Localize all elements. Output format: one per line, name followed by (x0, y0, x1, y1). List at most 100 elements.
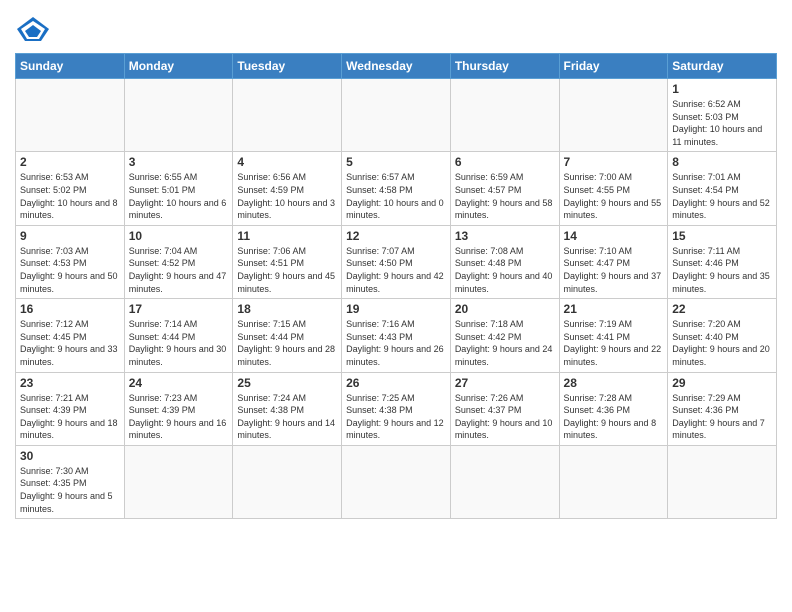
day-cell: 6Sunrise: 6:59 AM Sunset: 4:57 PM Daylig… (450, 152, 559, 225)
day-number: 16 (20, 302, 120, 316)
day-number: 15 (672, 229, 772, 243)
day-number: 12 (346, 229, 446, 243)
week-row-5: 23 Sunrise: 7:21 AM Sunset: 4:39 PM Dayli… (16, 372, 777, 445)
day-cell: 29 Sunrise: 7:29 AM Sunset: 4:36 PM Dayli… (668, 372, 777, 445)
day-cell: 17Sunrise: 7:14 AM Sunset: 4:44 PM Dayli… (124, 299, 233, 372)
day-cell: 9 Sunrise: 7:03 AM Sunset: 4:53 PM Daylig… (16, 225, 125, 298)
day-cell: 21Sunrise: 7:19 AM Sunset: 4:41 PM Dayli… (559, 299, 668, 372)
day-info: Sunrise: 7:21 AM Sunset: 4:39 PM Dayligh… (20, 392, 120, 442)
day-cell (559, 79, 668, 152)
day-info: Sunrise: 7:03 AM Sunset: 4:53 PM Dayligh… (20, 245, 120, 295)
day-number: 29 (672, 376, 772, 390)
day-info: Sunrise: 6:56 AM Sunset: 4:59 PM Dayligh… (237, 171, 337, 221)
day-cell: 10Sunrise: 7:04 AM Sunset: 4:52 PM Dayli… (124, 225, 233, 298)
day-info: Sunrise: 7:30 AM Sunset: 4:35 PM Dayligh… (20, 465, 120, 515)
day-number: 3 (129, 155, 229, 169)
day-cell: 14Sunrise: 7:10 AM Sunset: 4:47 PM Dayli… (559, 225, 668, 298)
day-cell (233, 79, 342, 152)
day-number: 19 (346, 302, 446, 316)
weekday-header-sunday: Sunday (16, 54, 125, 79)
day-cell: 7 Sunrise: 7:00 AM Sunset: 4:55 PM Daylig… (559, 152, 668, 225)
day-cell (342, 445, 451, 518)
day-cell (124, 445, 233, 518)
logo-icon (15, 15, 51, 43)
day-cell (342, 79, 451, 152)
day-info: Sunrise: 6:57 AM Sunset: 4:58 PM Dayligh… (346, 171, 446, 221)
day-info: Sunrise: 7:26 AM Sunset: 4:37 PM Dayligh… (455, 392, 555, 442)
weekday-header-wednesday: Wednesday (342, 54, 451, 79)
day-info: Sunrise: 7:12 AM Sunset: 4:45 PM Dayligh… (20, 318, 120, 368)
weekday-header-thursday: Thursday (450, 54, 559, 79)
day-number: 22 (672, 302, 772, 316)
day-info: Sunrise: 7:10 AM Sunset: 4:47 PM Dayligh… (564, 245, 664, 295)
day-number: 1 (672, 82, 772, 96)
week-row-4: 16 Sunrise: 7:12 AM Sunset: 4:45 PM Dayli… (16, 299, 777, 372)
day-cell: 20 Sunrise: 7:18 AM Sunset: 4:42 PM Dayli… (450, 299, 559, 372)
day-number: 23 (20, 376, 120, 390)
day-info: Sunrise: 7:16 AM Sunset: 4:43 PM Dayligh… (346, 318, 446, 368)
day-cell (450, 445, 559, 518)
day-cell: 23 Sunrise: 7:21 AM Sunset: 4:39 PM Dayli… (16, 372, 125, 445)
day-info: Sunrise: 7:29 AM Sunset: 4:36 PM Dayligh… (672, 392, 772, 442)
day-number: 26 (346, 376, 446, 390)
day-cell (450, 79, 559, 152)
weekday-header-saturday: Saturday (668, 54, 777, 79)
day-cell: 1 Sunrise: 6:52 AM Sunset: 5:03 PM Daylig… (668, 79, 777, 152)
day-cell: 4 Sunrise: 6:56 AM Sunset: 4:59 PM Daylig… (233, 152, 342, 225)
page: SundayMondayTuesdayWednesdayThursdayFrid… (0, 0, 792, 612)
day-cell: 12Sunrise: 7:07 AM Sunset: 4:50 PM Dayli… (342, 225, 451, 298)
day-info: Sunrise: 6:53 AM Sunset: 5:02 PM Dayligh… (20, 171, 120, 221)
day-info: Sunrise: 7:06 AM Sunset: 4:51 PM Dayligh… (237, 245, 337, 295)
header (15, 15, 777, 43)
day-number: 11 (237, 229, 337, 243)
day-number: 9 (20, 229, 120, 243)
week-row-1: 1 Sunrise: 6:52 AM Sunset: 5:03 PM Daylig… (16, 79, 777, 152)
week-row-2: 2 Sunrise: 6:53 AM Sunset: 5:02 PM Daylig… (16, 152, 777, 225)
day-number: 24 (129, 376, 229, 390)
day-info: Sunrise: 7:11 AM Sunset: 4:46 PM Dayligh… (672, 245, 772, 295)
day-cell: 28Sunrise: 7:28 AM Sunset: 4:36 PM Dayli… (559, 372, 668, 445)
day-number: 18 (237, 302, 337, 316)
day-cell: 24 Sunrise: 7:23 AM Sunset: 4:39 PM Dayli… (124, 372, 233, 445)
day-number: 13 (455, 229, 555, 243)
day-number: 20 (455, 302, 555, 316)
day-number: 2 (20, 155, 120, 169)
day-info: Sunrise: 7:24 AM Sunset: 4:38 PM Dayligh… (237, 392, 337, 442)
day-cell: 16 Sunrise: 7:12 AM Sunset: 4:45 PM Dayli… (16, 299, 125, 372)
day-cell: 2 Sunrise: 6:53 AM Sunset: 5:02 PM Daylig… (16, 152, 125, 225)
day-cell: 18 Sunrise: 7:15 AM Sunset: 4:44 PM Dayli… (233, 299, 342, 372)
day-cell (668, 445, 777, 518)
day-number: 5 (346, 155, 446, 169)
day-info: Sunrise: 7:15 AM Sunset: 4:44 PM Dayligh… (237, 318, 337, 368)
day-info: Sunrise: 7:23 AM Sunset: 4:39 PM Dayligh… (129, 392, 229, 442)
day-cell (16, 79, 125, 152)
day-number: 27 (455, 376, 555, 390)
day-info: Sunrise: 6:55 AM Sunset: 5:01 PM Dayligh… (129, 171, 229, 221)
day-cell: 3 Sunrise: 6:55 AM Sunset: 5:01 PM Daylig… (124, 152, 233, 225)
day-cell: 22Sunrise: 7:20 AM Sunset: 4:40 PM Dayli… (668, 299, 777, 372)
day-cell: 8Sunrise: 7:01 AM Sunset: 4:54 PM Daylig… (668, 152, 777, 225)
week-row-6: 30Sunrise: 7:30 AM Sunset: 4:35 PM Dayli… (16, 445, 777, 518)
day-cell: 26Sunrise: 7:25 AM Sunset: 4:38 PM Dayli… (342, 372, 451, 445)
day-cell (233, 445, 342, 518)
day-number: 17 (129, 302, 229, 316)
day-cell: 27 Sunrise: 7:26 AM Sunset: 4:37 PM Dayli… (450, 372, 559, 445)
day-cell: 5 Sunrise: 6:57 AM Sunset: 4:58 PM Daylig… (342, 152, 451, 225)
day-number: 6 (455, 155, 555, 169)
weekday-header-friday: Friday (559, 54, 668, 79)
logo (15, 15, 55, 43)
day-number: 21 (564, 302, 664, 316)
day-info: Sunrise: 7:18 AM Sunset: 4:42 PM Dayligh… (455, 318, 555, 368)
day-number: 7 (564, 155, 664, 169)
day-cell: 30Sunrise: 7:30 AM Sunset: 4:35 PM Dayli… (16, 445, 125, 518)
day-info: Sunrise: 7:00 AM Sunset: 4:55 PM Dayligh… (564, 171, 664, 221)
day-info: Sunrise: 6:52 AM Sunset: 5:03 PM Dayligh… (672, 98, 772, 148)
day-cell: 19 Sunrise: 7:16 AM Sunset: 4:43 PM Dayli… (342, 299, 451, 372)
day-info: Sunrise: 7:01 AM Sunset: 4:54 PM Dayligh… (672, 171, 772, 221)
day-cell: 25Sunrise: 7:24 AM Sunset: 4:38 PM Dayli… (233, 372, 342, 445)
day-cell: 11 Sunrise: 7:06 AM Sunset: 4:51 PM Dayli… (233, 225, 342, 298)
day-number: 4 (237, 155, 337, 169)
day-info: Sunrise: 7:04 AM Sunset: 4:52 PM Dayligh… (129, 245, 229, 295)
day-cell: 13Sunrise: 7:08 AM Sunset: 4:48 PM Dayli… (450, 225, 559, 298)
day-cell: 15 Sunrise: 7:11 AM Sunset: 4:46 PM Dayli… (668, 225, 777, 298)
